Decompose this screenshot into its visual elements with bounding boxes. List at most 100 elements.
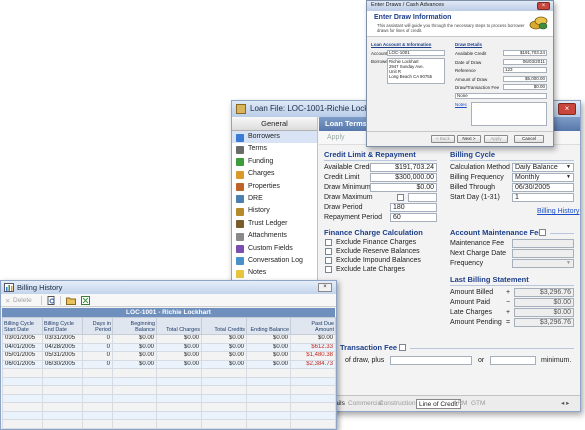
delete-button[interactable]: Delete [13, 297, 32, 304]
table-cell [42, 385, 83, 395]
table-cell [201, 368, 247, 378]
nav-item-funding[interactable]: Funding [232, 156, 317, 168]
statement-operator: + [506, 309, 511, 316]
chevron-down-icon[interactable]: ▼ [565, 164, 572, 171]
draw-detail-field[interactable]: $0.00 [503, 84, 547, 90]
nav-item-attachments[interactable]: Attachments [232, 230, 317, 242]
table-row[interactable]: 04/01/2005 04/28/2005 0 $0.00 $0.00 $0.00 $0.0… [2, 342, 336, 352]
tab-arm[interactable]: ARM [451, 399, 469, 409]
table-cell [2, 402, 43, 412]
delete-icon[interactable]: ✕ [5, 297, 10, 305]
billing-history-icon [4, 283, 14, 292]
folder-icon[interactable] [66, 296, 76, 305]
transaction-fee-checkbox[interactable] [399, 344, 406, 351]
table-row[interactable]: 05/01/2005 05/31/2005 0 $0.00 $0.00 $0.00 $0.0… [2, 351, 336, 361]
column-header[interactable]: Billing Cycle Start Date [2, 317, 43, 335]
table-row[interactable] [2, 376, 336, 386]
draw-dialog: Enter Draws / Cash Advances × Enter Draw… [366, 0, 554, 147]
table-row[interactable] [2, 410, 336, 420]
column-header[interactable]: Total Credits [201, 317, 247, 335]
column-header[interactable]: Past Due Amount [290, 317, 336, 335]
chevron-down-icon[interactable]: ▼ [565, 174, 572, 181]
table-cell [290, 393, 336, 403]
nav-item-custom-fields[interactable]: Custom Fields [232, 243, 317, 255]
credit-field[interactable]: $300,000.00 [370, 173, 437, 182]
close-icon[interactable]: × [558, 103, 576, 115]
nav-item-notes[interactable]: Notes [232, 267, 317, 279]
table-row[interactable] [2, 419, 336, 429]
table-row[interactable] [2, 402, 336, 412]
draw-detail-field[interactable]: 06/03/2011 [503, 58, 547, 65]
credit-field[interactable]: 60 [390, 213, 437, 222]
table-cell [2, 368, 43, 378]
finance-option-checkbox[interactable] [325, 266, 332, 273]
credit-label: Draw Period [324, 204, 363, 211]
export-icon[interactable] [81, 296, 90, 305]
nav-item-charges[interactable]: Charges [232, 168, 317, 180]
billing-history-titlebar[interactable]: Billing History × [1, 281, 336, 294]
chevron-down-icon[interactable]: ▼ [565, 260, 572, 267]
nav-item-properties[interactable]: Properties [232, 181, 317, 193]
transaction-fee-amount[interactable] [390, 356, 472, 365]
notes-field[interactable] [471, 102, 547, 126]
credit-field[interactable]: 180 [390, 203, 437, 212]
finance-option-checkbox[interactable] [325, 239, 332, 246]
draw-dialog-titlebar[interactable]: Enter Draws / Cash Advances × [367, 1, 553, 11]
column-header[interactable]: Beginning Balance [112, 317, 157, 335]
notes-link[interactable]: Notes [455, 102, 467, 107]
billing-cycle-field[interactable]: 06/30/2005 [512, 183, 574, 192]
finance-option-checkbox[interactable] [325, 257, 332, 264]
nav-list: Borrowers Terms Funding Charges Properties DR… [232, 131, 317, 292]
close-icon[interactable]: × [537, 2, 550, 10]
apply-button[interactable]: Apply [484, 135, 508, 143]
column-header[interactable]: Ending Balance [246, 317, 291, 335]
column-header[interactable]: Days in Period [82, 317, 113, 335]
table-row[interactable] [2, 368, 336, 378]
cancel-button[interactable]: Cancel [514, 135, 544, 143]
nav-item-conversation-log[interactable]: Conversation Log [232, 255, 317, 267]
nav-item-label: Custom Fields [248, 244, 293, 252]
next-button[interactable]: Next > [457, 135, 481, 143]
draw-maximum-checkbox[interactable] [397, 194, 404, 201]
table-cell [2, 376, 43, 386]
tab-construction[interactable]: Construction [377, 399, 418, 409]
column-header[interactable]: Total Charges [156, 317, 202, 335]
nav-item-dre[interactable]: DRE [232, 193, 317, 205]
nav-item-terms[interactable]: Terms [232, 143, 317, 155]
billing-cycle-field[interactable]: 1 [512, 193, 574, 202]
draw-detail-field[interactable]: $5,000.00 [503, 75, 547, 82]
column-header[interactable]: Billing Cycle End Date [42, 317, 83, 335]
credit-field[interactable]: $191,703.24 [370, 163, 437, 172]
attachments-icon [236, 232, 244, 241]
maintenance-fee-field[interactable] [512, 249, 574, 258]
table-row[interactable]: 06/01/2005 06/30/2005 0 $0.00 $0.00 $0.00 $0.0… [2, 359, 336, 369]
table-row[interactable] [2, 385, 336, 395]
nav-header[interactable]: General [232, 117, 317, 131]
table-cell: 06/30/2005 [42, 359, 83, 369]
nav-item-trust-ledger[interactable]: Trust Ledger [232, 218, 317, 230]
draw-detail-field[interactable]: 123 [503, 67, 547, 73]
draw-detail-field[interactable]: $191,703.24 [503, 50, 547, 56]
apply-button[interactable]: Apply [327, 134, 345, 141]
close-icon[interactable]: × [318, 283, 332, 292]
draw-option-select[interactable]: None [455, 93, 547, 99]
billing-history-link[interactable]: Billing History [537, 208, 579, 215]
nav-item-borrowers[interactable]: Borrowers [232, 131, 317, 144]
nav-item-history[interactable]: History [232, 205, 317, 217]
table-cell: $0.00 [156, 342, 202, 352]
table-row[interactable] [2, 393, 336, 403]
credit-field[interactable]: $0.00 [370, 183, 437, 192]
print-preview-icon[interactable] [47, 296, 56, 305]
draw-dialog-header: Enter Draw Information This assistant wi… [367, 11, 553, 37]
finance-option-checkbox[interactable] [325, 248, 332, 255]
transaction-fee-minimum[interactable] [490, 356, 536, 365]
tab-gtm[interactable]: GTM [469, 399, 487, 409]
table-row[interactable]: 03/01/2005 03/31/2005 0 $0.00 $0.00 $0.00 $0.0… [2, 334, 336, 344]
tab-scroll-arrows[interactable]: ◂ ▸ [559, 399, 571, 409]
nav-item-label: Borrowers [248, 133, 280, 140]
maintenance-fee-field[interactable] [512, 239, 574, 248]
draw-maximum-field[interactable] [408, 193, 437, 202]
maintenance-fee-checkbox[interactable] [539, 229, 546, 236]
account-field[interactable]: LOC-1001 [387, 50, 445, 56]
back-button[interactable]: < Back [431, 135, 455, 143]
